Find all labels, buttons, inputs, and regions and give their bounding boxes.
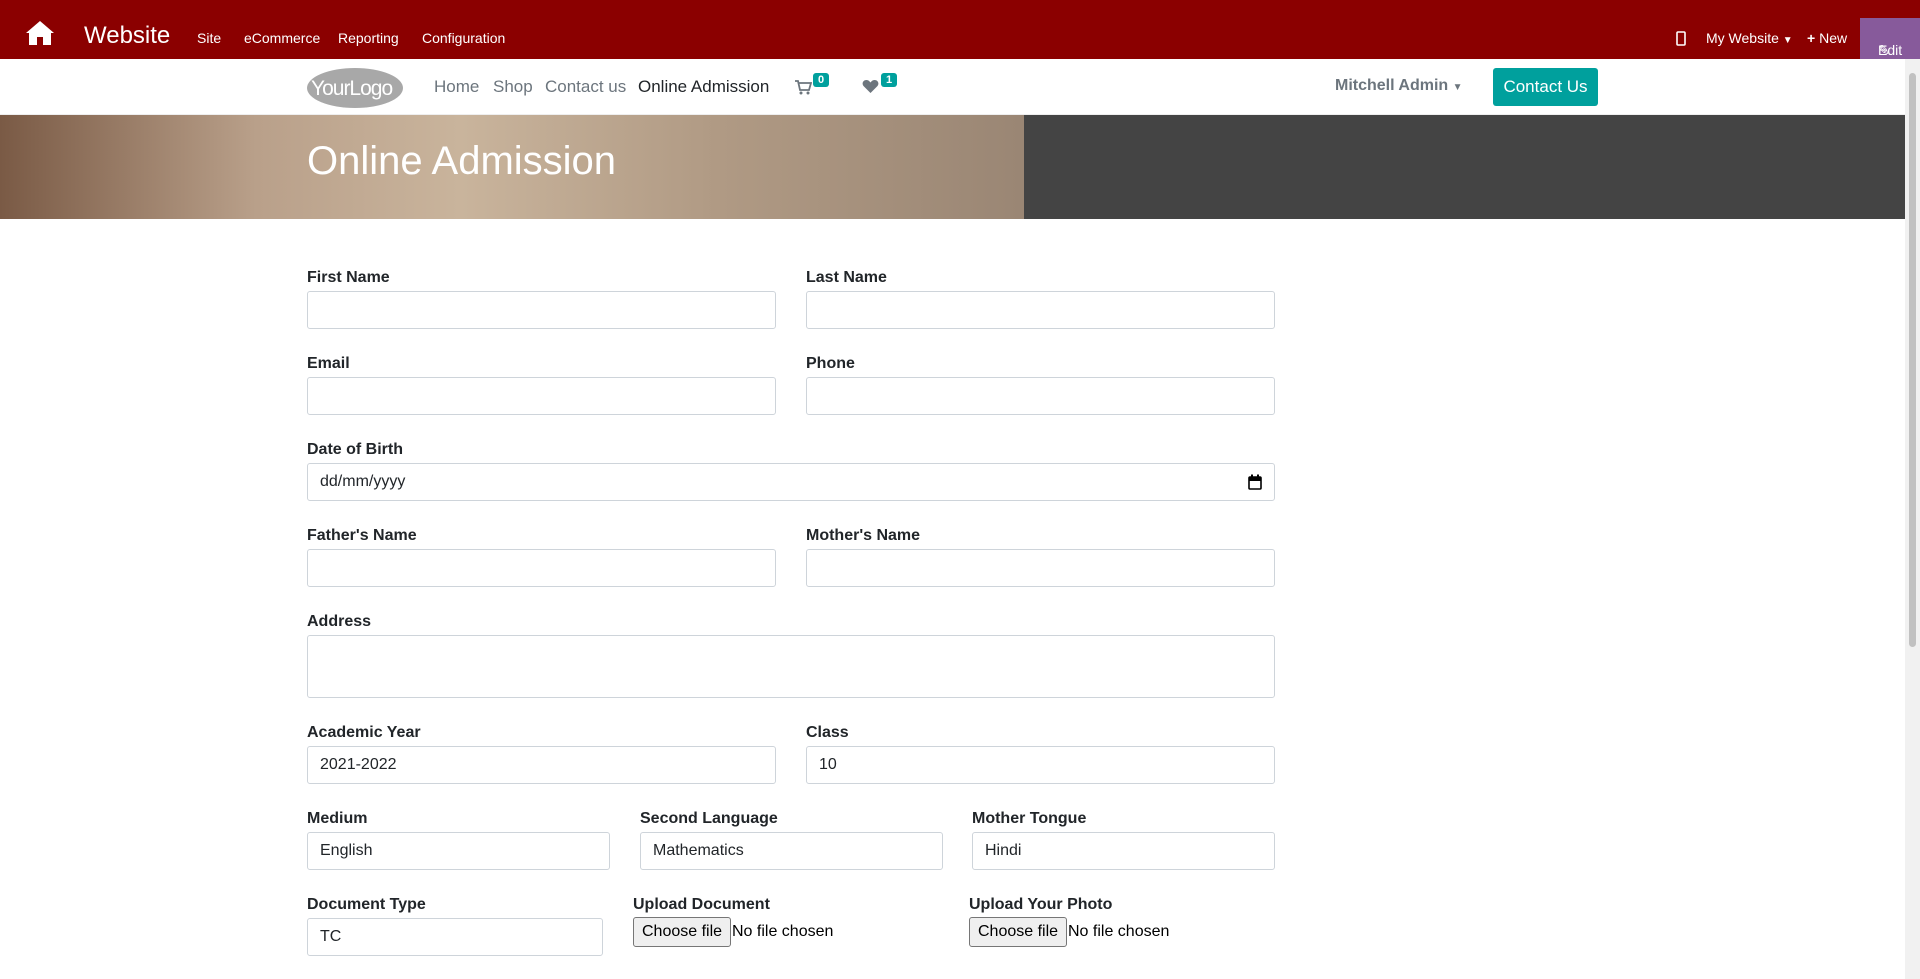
academic-year-label: Academic Year <box>307 724 421 741</box>
upload-document-label: Upload Document <box>633 896 770 913</box>
user-menu[interactable]: Mitchell Admin ▼ <box>1335 77 1463 95</box>
email-label: Email <box>307 355 350 372</box>
page-title: Online Admission <box>307 139 617 183</box>
class-field[interactable]: 10 <box>806 746 1275 784</box>
document-type-field[interactable]: TC <box>307 918 603 956</box>
logo-text: YourLogo <box>311 77 393 100</box>
caret-down-icon: ▼ <box>1782 35 1793 46</box>
address-label: Address <box>307 613 372 630</box>
site-logo[interactable]: YourLogo <box>307 68 403 108</box>
mother-name-field[interactable] <box>806 549 1275 587</box>
email-field[interactable] <box>307 377 776 415</box>
dob-field[interactable]: dd/mm/yyyy <box>307 463 1275 501</box>
caret-down-icon: ▼ <box>1452 82 1463 93</box>
upload-document-status: No file chosen <box>732 923 834 940</box>
last-name-field[interactable] <box>806 291 1275 329</box>
heart-icon[interactable] <box>862 79 879 94</box>
plus-icon: + <box>1807 30 1820 46</box>
medium-label: Medium <box>307 810 368 827</box>
home-icon[interactable] <box>25 20 55 46</box>
first-name-field[interactable] <box>307 291 776 329</box>
edit-label: Edit <box>1878 42 1903 58</box>
class-label: Class <box>806 724 849 741</box>
page-banner: Online Admission <box>0 115 1905 219</box>
upload-photo-label: Upload Your Photo <box>969 896 1113 913</box>
my-website-dropdown[interactable]: My Website ▼ <box>1706 30 1793 46</box>
upload-photo-button[interactable]: Choose file <box>969 917 1068 947</box>
menu-ecommerce[interactable]: eCommerce <box>244 30 320 46</box>
nav-home[interactable]: Home <box>434 77 479 97</box>
nav-contact-us[interactable]: Contact us <box>545 77 626 97</box>
page-scrollbar[interactable] <box>1905 59 1920 979</box>
phone-label: Phone <box>806 355 855 372</box>
academic-year-field[interactable]: 2021-2022 <box>307 746 776 784</box>
menu-configuration[interactable]: Configuration <box>422 30 505 46</box>
cart-icon[interactable] <box>795 80 812 95</box>
second-language-label: Second Language <box>640 810 778 827</box>
mobile-icon[interactable] <box>1676 31 1686 46</box>
my-website-label: My Website <box>1706 30 1779 46</box>
dob-label: Date of Birth <box>307 441 403 458</box>
phone-field[interactable] <box>806 377 1275 415</box>
website-navbar: YourLogo Home Shop Contact us Online Adm… <box>0 59 1905 115</box>
father-name-label: Father's Name <box>307 527 417 544</box>
father-name-field[interactable] <box>307 549 776 587</box>
scrollbar-thumb[interactable] <box>1909 73 1916 647</box>
cart-count-badge: 0 <box>813 73 830 87</box>
upload-photo-status: No file chosen <box>1068 923 1170 940</box>
edit-button[interactable]: ✎ Edit <box>1860 18 1920 59</box>
user-name: Mitchell Admin <box>1335 77 1449 94</box>
nav-online-admission[interactable]: Online Admission <box>638 77 769 97</box>
mother-tongue-label: Mother Tongue <box>972 810 1087 827</box>
mother-tongue-field[interactable]: Hindi <box>972 832 1275 870</box>
first-name-label: First Name <box>307 269 390 286</box>
admin-topbar: Website Site eCommerce Reporting Configu… <box>0 0 1920 59</box>
nav-shop[interactable]: Shop <box>493 77 533 97</box>
upload-document-button[interactable]: Choose file <box>633 917 732 947</box>
mother-name-label: Mother's Name <box>806 527 921 544</box>
new-label: New <box>1819 30 1848 46</box>
second-language-field[interactable]: Mathematics <box>640 832 943 870</box>
dob-value: dd/mm/yyyy <box>320 473 406 490</box>
medium-field[interactable]: English <box>307 832 610 870</box>
new-button[interactable]: + New <box>1807 30 1847 46</box>
app-brand[interactable]: Website <box>84 22 170 50</box>
wishlist-count-badge: 1 <box>881 73 898 87</box>
address-field[interactable] <box>307 635 1275 698</box>
menu-reporting[interactable]: Reporting <box>338 30 399 46</box>
last-name-label: Last Name <box>806 269 887 286</box>
contact-us-button[interactable]: Contact Us <box>1493 68 1598 106</box>
document-type-label: Document Type <box>307 896 426 913</box>
menu-site[interactable]: Site <box>197 30 221 46</box>
calendar-icon[interactable] <box>1248 474 1262 490</box>
